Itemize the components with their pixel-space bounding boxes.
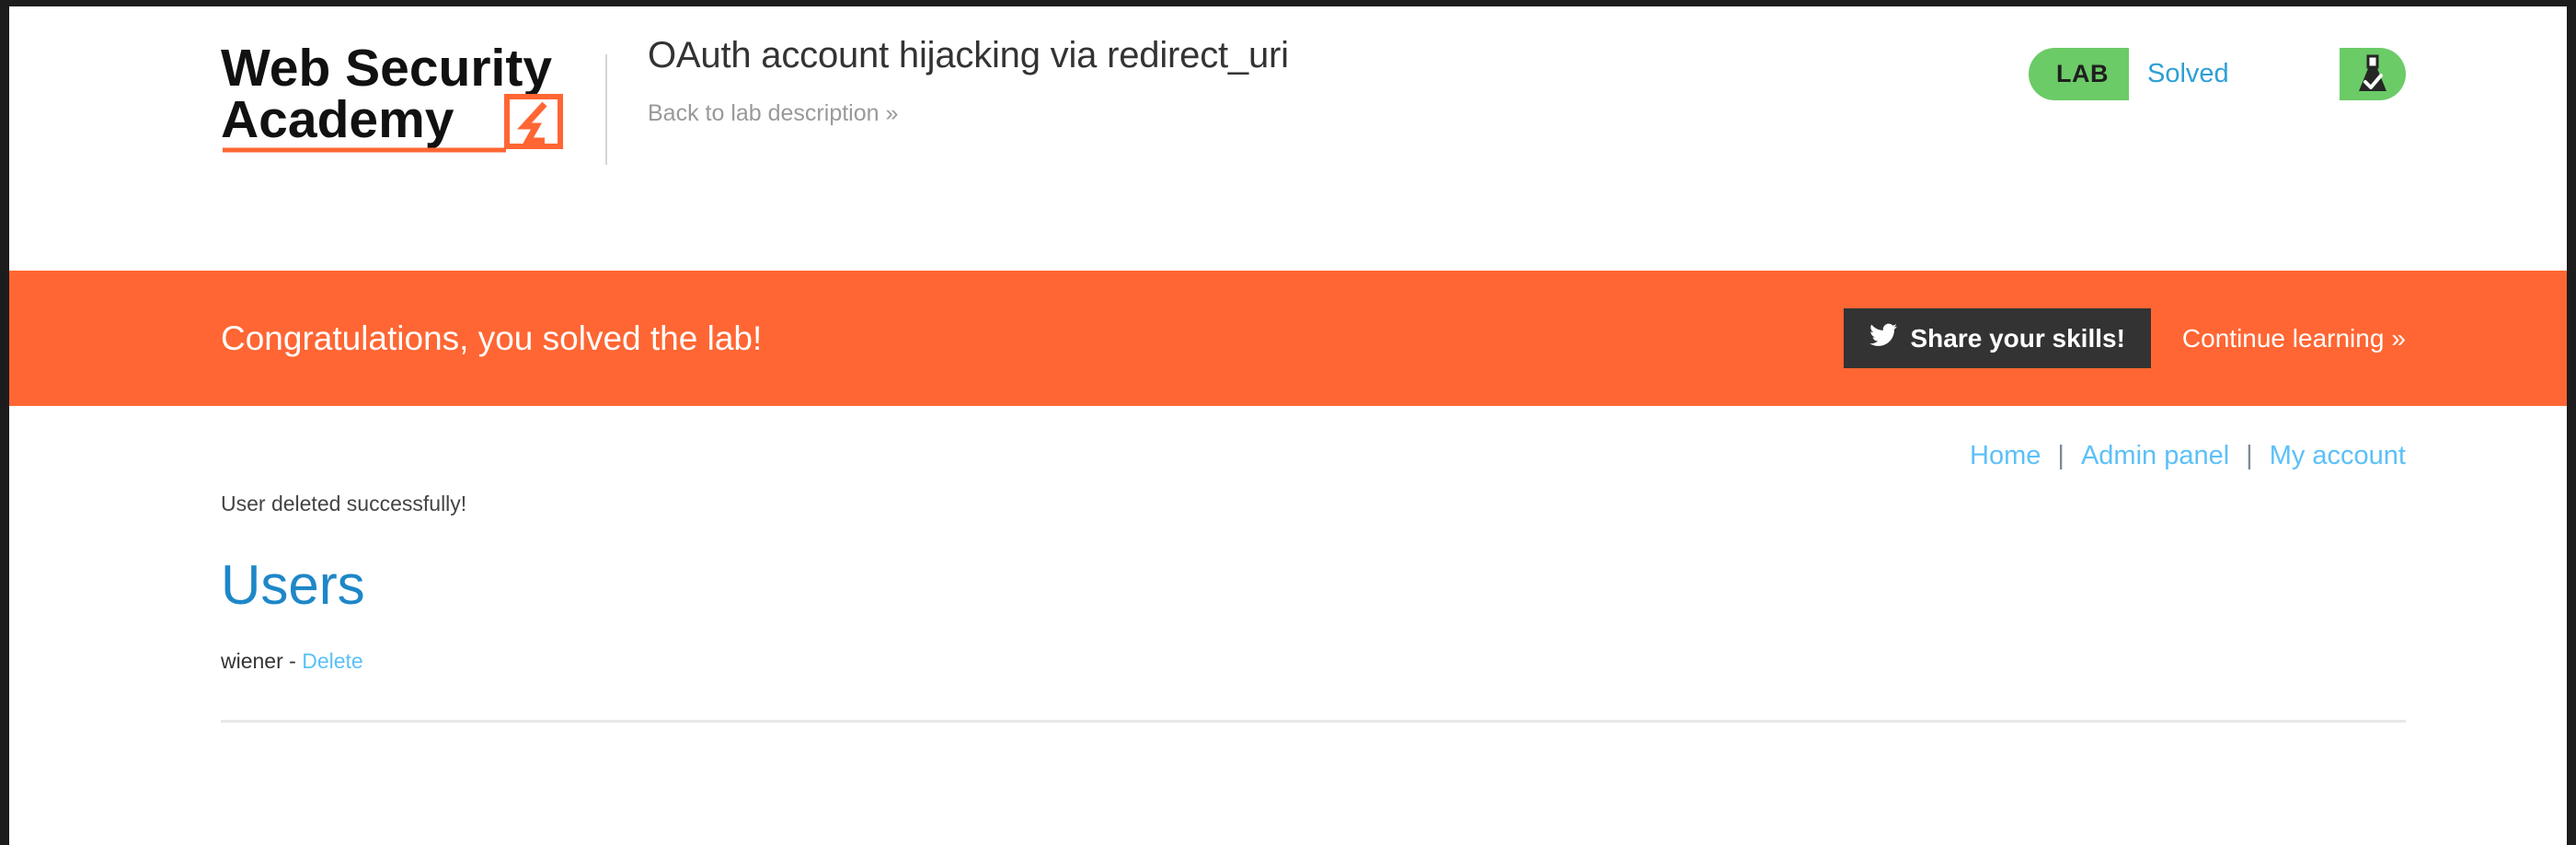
chevron-right-icon: » (2391, 323, 2406, 353)
status-message: User deleted successfully! (221, 492, 467, 515)
delete-user-link[interactable]: Delete (302, 649, 362, 673)
congratulations-message: Congratulations, you solved the lab! (221, 318, 763, 357)
twitter-icon (1869, 323, 1898, 353)
nav-link-home[interactable]: Home (1970, 441, 2041, 471)
users-heading: Users (221, 554, 365, 616)
svg-text:Web Security: Web Security (221, 39, 552, 98)
flask-check-icon (2340, 48, 2406, 100)
web-security-academy-logo[interactable]: Web Security Academy (221, 25, 605, 154)
user-row-dash: - (289, 649, 296, 673)
list-item: wiener - Delete (221, 649, 2406, 674)
back-to-lab-description-link[interactable]: Back to lab description» (648, 100, 898, 127)
user-name: wiener (221, 649, 283, 673)
main-container: Home | Admin panel | My account User del… (9, 406, 2567, 723)
back-link-label: Back to lab description (648, 100, 880, 126)
lab-tag-label: LAB (2056, 60, 2109, 87)
continue-link-label: Continue learning (2181, 323, 2385, 353)
nav-link-my-account[interactable]: My account (2270, 441, 2406, 471)
site-navigation: Home | Admin panel | My account (221, 406, 2406, 471)
page-root: Web Security Academy OAuth account hijac… (9, 6, 2567, 845)
browser-frame: Web Security Academy OAuth account hijac… (0, 0, 2576, 845)
academy-header: Web Security Academy OAuth account hijac… (9, 6, 2567, 271)
content-divider (221, 720, 2406, 723)
nav-separator: | (2057, 441, 2064, 470)
nav-separator: | (2246, 441, 2253, 470)
lightning-bolt-icon (504, 94, 563, 149)
share-your-skills-button[interactable]: Share your skills! (1844, 308, 2151, 368)
share-button-label: Share your skills! (1910, 323, 2125, 353)
lab-solved-banner: Congratulations, you solved the lab! Sha… (9, 271, 2567, 406)
continue-learning-link[interactable]: Continue learning» (2182, 324, 2406, 353)
lab-status-text: Solved (2129, 48, 2340, 100)
logo-svg: Web Security Academy (221, 39, 563, 153)
nav-link-admin-panel[interactable]: Admin panel (2081, 441, 2229, 471)
lab-status-widget[interactable]: LAB Solved (2029, 48, 2406, 100)
svg-text:Academy: Academy (221, 90, 454, 149)
chevron-right-icon: » (885, 100, 899, 126)
